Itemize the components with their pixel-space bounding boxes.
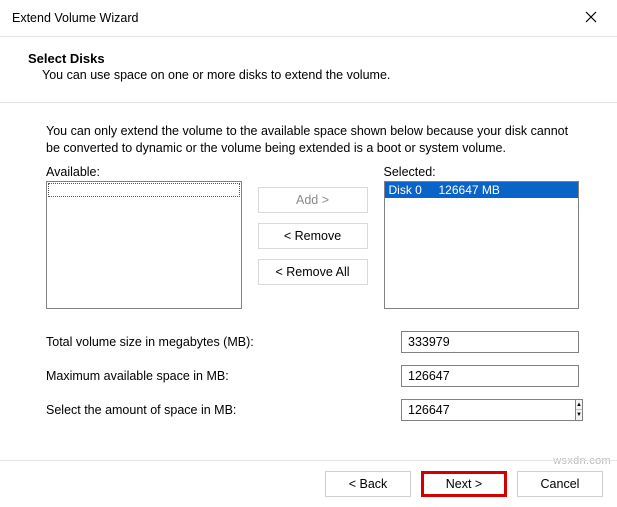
- remove-all-button[interactable]: < Remove All: [258, 259, 368, 285]
- window-title: Extend Volume Wizard: [12, 11, 138, 25]
- spinner-up-icon[interactable]: ▲: [576, 400, 582, 411]
- max-space-value: 126647: [401, 365, 579, 387]
- wizard-body: You can only extend the volume to the av…: [0, 103, 617, 421]
- remove-button[interactable]: < Remove: [258, 223, 368, 249]
- next-button[interactable]: Next >: [424, 474, 504, 494]
- available-listbox[interactable]: [46, 181, 242, 309]
- cancel-button[interactable]: Cancel: [517, 471, 603, 497]
- available-label: Available:: [46, 165, 242, 179]
- max-space-label: Maximum available space in MB:: [46, 369, 401, 383]
- amount-input[interactable]: [401, 399, 575, 421]
- spinner-down-icon[interactable]: ▼: [576, 410, 582, 420]
- wizard-footer: < Back Next > Cancel: [0, 460, 617, 507]
- highlight-frame: Next >: [421, 471, 507, 497]
- title-bar: Extend Volume Wizard: [0, 0, 617, 37]
- amount-spinner[interactable]: ▲ ▼: [401, 399, 579, 421]
- total-size-label: Total volume size in megabytes (MB):: [46, 335, 401, 349]
- explanation-text: You can only extend the volume to the av…: [46, 123, 579, 157]
- total-size-value: 333979: [401, 331, 579, 353]
- add-button[interactable]: Add >: [258, 187, 368, 213]
- wizard-header: Select Disks You can use space on one or…: [0, 37, 617, 103]
- selected-label: Selected:: [384, 165, 580, 179]
- list-item[interactable]: Disk 0 126647 MB: [385, 182, 579, 198]
- selected-listbox[interactable]: Disk 0 126647 MB: [384, 181, 580, 309]
- page-title: Select Disks: [28, 51, 603, 66]
- page-subtitle: You can use space on one or more disks t…: [28, 66, 603, 96]
- amount-label: Select the amount of space in MB:: [46, 403, 401, 417]
- back-button[interactable]: < Back: [325, 471, 411, 497]
- list-item[interactable]: [48, 183, 240, 197]
- close-icon[interactable]: [577, 6, 605, 30]
